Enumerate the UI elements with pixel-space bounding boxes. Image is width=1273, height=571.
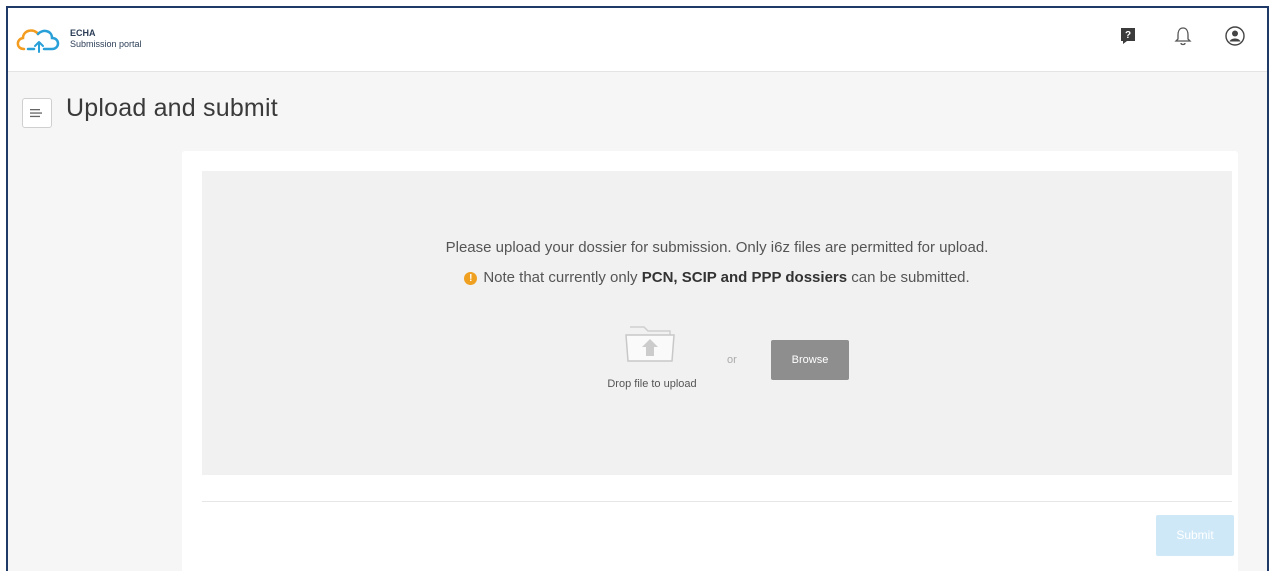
note-bold: PCN, SCIP and PPP dossiers bbox=[641, 269, 848, 286]
note-suffix: can be submitted. bbox=[847, 269, 970, 286]
folder-upload-icon bbox=[622, 319, 678, 365]
drop-file-label: Drop file to upload bbox=[607, 378, 697, 390]
upload-instruction: Please upload your dossier for submissio… bbox=[445, 239, 989, 256]
side-menu-toggle-button[interactable] bbox=[22, 98, 52, 128]
top-header: ECHA Submission portal ? bbox=[8, 8, 1267, 72]
upload-note: ! Note that currently only PCN, SCIP and … bbox=[202, 269, 1232, 286]
cloud-upload-logo-icon bbox=[16, 29, 60, 53]
file-dropzone[interactable]: Please upload your dossier for submissio… bbox=[202, 171, 1232, 475]
upload-card: Please upload your dossier for submissio… bbox=[182, 151, 1238, 571]
warning-icon: ! bbox=[464, 272, 478, 285]
or-label: or bbox=[727, 354, 737, 366]
logo-subtitle: Submission portal bbox=[70, 39, 142, 49]
submit-button[interactable]: Submit bbox=[1156, 515, 1234, 556]
echa-logo[interactable]: ECHA Submission portal bbox=[14, 25, 184, 57]
feedback-icon[interactable]: ? bbox=[1117, 25, 1139, 47]
app-window: ECHA Submission portal ? Upload and subm… bbox=[6, 6, 1269, 571]
note-prefix: Note that currently only bbox=[483, 269, 642, 286]
browse-button[interactable]: Browse bbox=[771, 340, 849, 380]
menu-icon bbox=[30, 109, 42, 118]
logo-title: ECHA bbox=[70, 28, 96, 38]
user-icon[interactable] bbox=[1224, 25, 1246, 47]
svg-text:?: ? bbox=[1125, 30, 1131, 41]
card-divider bbox=[202, 501, 1232, 502]
page-title: Upload and submit bbox=[66, 94, 278, 122]
bell-icon[interactable] bbox=[1172, 25, 1194, 47]
